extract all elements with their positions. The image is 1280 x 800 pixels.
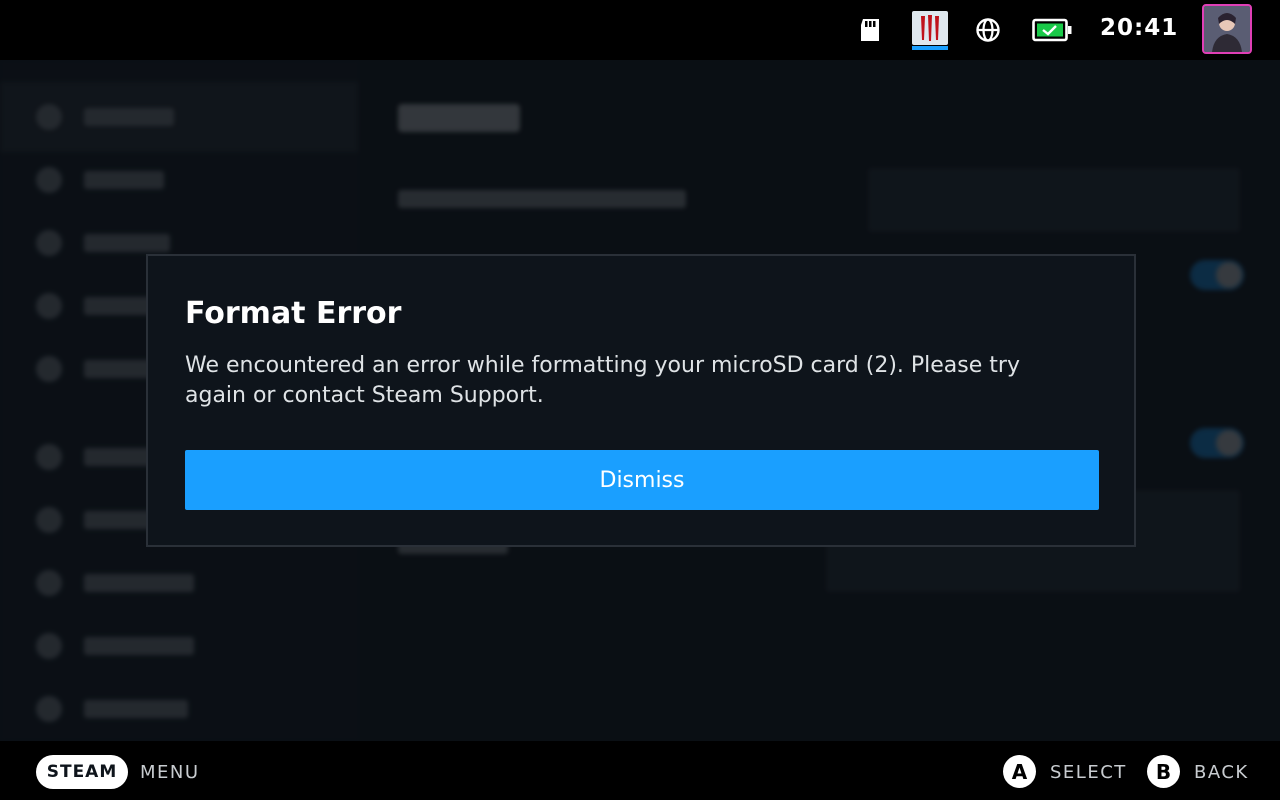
battery-charging-icon	[1032, 18, 1072, 42]
menu-hint-label: MENU	[140, 762, 200, 783]
game-icon[interactable]	[912, 11, 948, 50]
avatar-image	[1204, 6, 1250, 52]
game-running-indicator	[912, 46, 948, 50]
dialog-message: We encountered an error while formatting…	[185, 353, 1020, 408]
steam-button[interactable]: STEAM	[36, 755, 128, 789]
select-hint-label[interactable]: SELECT	[1050, 762, 1127, 783]
back-hint-label[interactable]: BACK	[1194, 762, 1249, 783]
sd-card-icon	[861, 19, 879, 41]
clock: 20:41	[1100, 15, 1179, 41]
a-button-icon: A	[1003, 755, 1036, 788]
format-error-dialog: Format Error We encountered an error whi…	[146, 254, 1136, 547]
globe-icon	[976, 18, 1000, 42]
screen: 20:41 Format Error We encountered an err…	[0, 0, 1280, 800]
dialog-title: Format Error	[185, 296, 402, 331]
dismiss-button[interactable]: Dismiss	[185, 450, 1099, 510]
avatar[interactable]	[1202, 4, 1252, 54]
b-button-icon: B	[1147, 755, 1180, 788]
status-bar: 20:41	[0, 0, 1280, 60]
button-hint-bar: STEAM MENU A SELECT B BACK	[0, 741, 1280, 800]
claw-mark-icon	[921, 15, 939, 41]
